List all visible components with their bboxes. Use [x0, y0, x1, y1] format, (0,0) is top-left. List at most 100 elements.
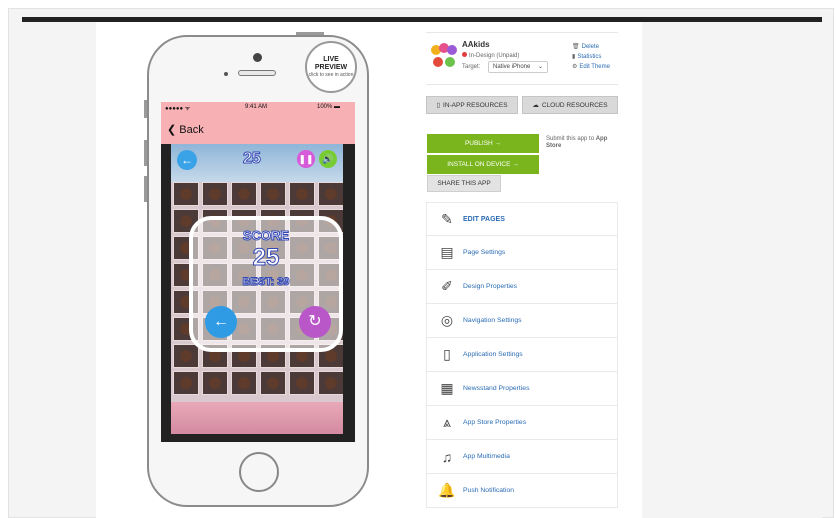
delete-label: Delete [581, 44, 599, 50]
badge-title-1: LIVE [323, 56, 339, 63]
pause-icon[interactable]: ❚❚ [297, 150, 315, 168]
statistics-link[interactable]: ▮ Statistics [572, 52, 610, 62]
live-preview-badge[interactable]: LIVE PREVIEW click to see in action [305, 41, 357, 93]
share-app-button[interactable]: SHARE THIS APP [427, 175, 501, 192]
menu-item-app-store-properties[interactable]: ⩓ App Store Properties [426, 406, 618, 440]
submit-note: Submit this app to App Store [546, 136, 622, 150]
delete-link[interactable]: 🗑 Delete [572, 42, 610, 52]
menu-item-label: App Multimedia [463, 453, 510, 460]
menu-item-page-settings[interactable]: ▤ Page Settings [426, 236, 618, 270]
photo-face [296, 377, 308, 389]
photo-tile [202, 182, 228, 206]
ios-status-bar: ●●●●● ᯤ 9:41 AM 100% ▬ [161, 102, 355, 114]
sound-icon[interactable]: 🔊 [319, 150, 337, 168]
photo-face [180, 377, 192, 389]
chevron-down-icon: ⌄ [537, 64, 543, 70]
hud-score: 25 [243, 150, 262, 168]
score-title: SCORE [242, 228, 290, 244]
submit-note-text: Submit this app to [546, 136, 596, 142]
app-links: 🗑 Delete ▮ Statistics ⚙ Edit Theme [572, 42, 610, 72]
menu-item-design-properties[interactable]: ✐ Design Properties [426, 270, 618, 304]
photo-tile [318, 182, 343, 206]
page-settings-icon: ▤ [440, 244, 454, 260]
install-on-device-button[interactable]: INSTALL ON DEVICE → [427, 155, 539, 174]
app-nav-bar: ❮ Back [161, 114, 355, 144]
menu-item-label: Navigation Settings [463, 317, 522, 324]
replay-icon[interactable]: ↻ [299, 306, 331, 338]
photo-face [325, 350, 337, 362]
in-app-resources-label: IN-APP RESOURCES [443, 101, 508, 109]
phone-sensor [224, 72, 228, 76]
app-status: In-Design (Unpaid) [462, 52, 519, 59]
target-value: Native iPhone [493, 64, 531, 70]
phone-screen: ●●●●● ᯤ 9:41 AM 100% ▬ ❮ Back ← 25 ❚❚ 🔊 … [161, 102, 355, 442]
photo-face [267, 188, 279, 200]
menu-item-newsstand-properties[interactable]: ▦ Newsstand Properties [426, 372, 618, 406]
menu-item-label: EDIT PAGES [463, 215, 505, 223]
app-store-icon: ⩓ [443, 414, 451, 430]
badge-subtitle: click to see in action [308, 72, 354, 78]
menu-item-label: Application Settings [463, 351, 523, 358]
phone-mute-switch [144, 100, 147, 118]
target-select[interactable]: Native iPhone ⌄ [488, 61, 548, 73]
divider [426, 32, 618, 33]
menu-item-navigation-settings[interactable]: ◎ Navigation Settings [426, 304, 618, 338]
menu-item-label: Newsstand Properties [463, 385, 530, 392]
edit-theme-link[interactable]: ⚙ Edit Theme [572, 62, 610, 72]
photo-face [296, 188, 308, 200]
best-score: BEST: 39 [242, 276, 290, 289]
in-app-resources-button[interactable]: ▯ IN-APP RESOURCES [426, 96, 518, 114]
photo-tile [260, 182, 286, 206]
phone-icon: ▯ [436, 102, 441, 109]
statistics-label: Statistics [577, 54, 602, 60]
menu-item-app-multimedia[interactable]: ♫ App Multimedia [426, 440, 618, 474]
cloud-resources-button[interactable]: ☁ CLOUD RESOURCES [522, 96, 618, 114]
photo-tile [289, 182, 315, 206]
score-dialog: SCORE 25 BEST: 39 ← ↻ [189, 216, 343, 352]
photo-face [267, 377, 279, 389]
photo-tile [260, 371, 286, 395]
phone-volume-down [144, 176, 147, 202]
menu-item-label: App Store Properties [463, 419, 527, 426]
menu-item-push-notification[interactable]: 🔔 Push Notification [426, 474, 618, 508]
edit-theme-label: Edit Theme [579, 64, 610, 70]
photo-tile [231, 371, 257, 395]
phone-camera [253, 53, 262, 62]
compass-icon: ◎ [440, 312, 454, 328]
back-button[interactable]: ❮ Back [167, 123, 204, 136]
carrier-signal: ●●●●● ᯤ [165, 106, 191, 112]
settings-menu: ✎ EDIT PAGES ▤ Page Settings ✐ Design Pr… [426, 202, 618, 508]
menu-item-application-settings[interactable]: ▯ Application Settings [426, 338, 618, 372]
photo-face [180, 188, 192, 200]
back-arrow-icon[interactable]: ← [205, 306, 237, 338]
game-view[interactable]: ← 25 ❚❚ 🔊 SCORE 25 BEST: 39 ← ↻ [171, 144, 343, 434]
pencil-icon: ✎ [441, 210, 453, 227]
device-settings-icon: ▯ [443, 346, 451, 362]
photo-tile [173, 371, 199, 395]
menu-item-label: Page Settings [463, 249, 506, 256]
gear-icon: ⚙ [572, 64, 578, 70]
bell-icon: 🔔 [438, 482, 456, 498]
right-gutter [642, 22, 822, 518]
photo-tile [173, 344, 199, 368]
phone-power-button [296, 32, 324, 35]
photo-face [325, 377, 337, 389]
menu-item-label: Push Notification [463, 487, 515, 494]
back-arrow-icon[interactable]: ← [177, 150, 197, 170]
phone-home-button [239, 452, 279, 492]
app-status-text: In-Design (Unpaid) [469, 53, 520, 59]
target-label: Target: [462, 64, 481, 70]
photo-face [209, 188, 221, 200]
app-name: AAkids [462, 40, 490, 49]
photo-tile [318, 371, 343, 395]
status-dot [462, 52, 467, 57]
multimedia-icon: ♫ [441, 448, 453, 465]
divider [426, 84, 618, 85]
menu-item-label: Design Properties [463, 283, 518, 290]
app-logo-icon [430, 43, 458, 71]
phone-speaker [238, 70, 276, 76]
page: LIVE PREVIEW click to see in action ●●●●… [0, 0, 836, 518]
cloud-icon: ☁ [532, 102, 539, 109]
menu-item-edit-pages[interactable]: ✎ EDIT PAGES [426, 202, 618, 236]
publish-button[interactable]: PUBLISH → [427, 134, 539, 153]
